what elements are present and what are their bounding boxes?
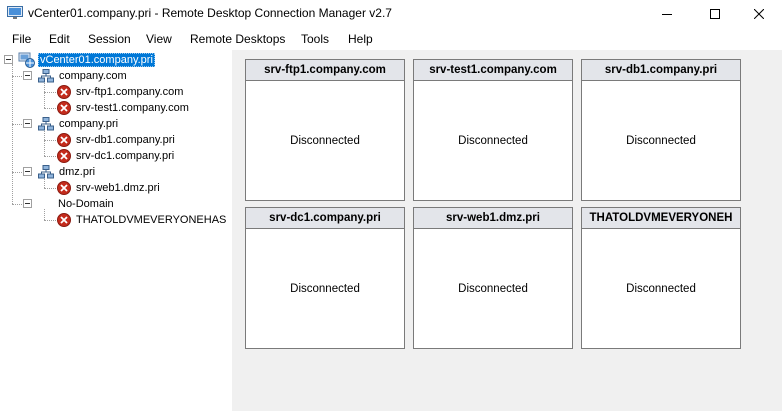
collapse-root-toggle[interactable] — [4, 55, 13, 64]
thumbnail-srv-test1[interactable]: srv-test1.company.com Disconnected — [413, 59, 573, 201]
tree-connector — [44, 81, 45, 108]
collapse-group-toggle[interactable] — [23, 71, 32, 80]
thumbnail-status: Disconnected — [290, 134, 360, 147]
thumbnail-status: Disconnected — [626, 282, 696, 295]
tree-group-label: dmz.pri — [59, 166, 96, 178]
thumbnail-title: srv-ftp1.company.com — [246, 60, 404, 81]
thumbnail-srv-ftp1[interactable]: srv-ftp1.company.com Disconnected — [245, 59, 405, 201]
tree-connector — [12, 64, 13, 204]
tree-group-label: company.pri — [59, 118, 119, 130]
tree-server-thatoldvm[interactable]: THATOLDVMEVERYONEHAS — [57, 212, 228, 228]
tree-connector — [44, 108, 56, 109]
thumbnail-title: srv-test1.company.com — [414, 60, 572, 81]
collapse-group-toggle[interactable] — [23, 119, 32, 128]
tree-connector — [44, 156, 56, 157]
disconnected-server-icon — [57, 149, 71, 163]
server-group-icon — [38, 117, 54, 131]
window-title: vCenter01.company.pri - Remote Desktop C… — [28, 6, 392, 20]
tree-server-srv-ftp1[interactable]: srv-ftp1.company.com — [57, 84, 185, 100]
thumbnail-srv-db1[interactable]: srv-db1.company.pri Disconnected — [581, 59, 741, 201]
title-bar: vCenter01.company.pri - Remote Desktop C… — [0, 0, 782, 28]
thumbnail-title: srv-db1.company.pri — [582, 60, 740, 81]
connection-file-icon — [18, 52, 36, 68]
disconnected-server-icon — [57, 133, 71, 147]
thumbnail-area: srv-ftp1.company.com Disconnected srv-te… — [232, 50, 782, 411]
tree-server-srv-web1[interactable]: srv-web1.dmz.pri — [57, 180, 162, 196]
thumbnail-status: Disconnected — [290, 282, 360, 295]
thumbnail-title: srv-web1.dmz.pri — [414, 208, 572, 229]
disconnected-server-icon — [57, 213, 71, 227]
tree-connector — [44, 188, 56, 189]
thumbnail-status: Disconnected — [458, 282, 528, 295]
rdcman-app-icon — [7, 6, 23, 20]
thumbnail-thatoldvm[interactable]: THATOLDVMEVERYONEH Disconnected — [581, 207, 741, 349]
menu-edit[interactable]: Edit — [49, 32, 70, 46]
server-group-icon — [38, 165, 54, 179]
tree-server-label: srv-test1.company.com — [76, 102, 189, 114]
disconnected-server-icon — [57, 101, 71, 115]
tree-connector — [44, 129, 45, 156]
server-tree[interactable]: vCenter01.company.pri company.com srv-ft… — [0, 50, 232, 411]
thumbnail-srv-web1[interactable]: srv-web1.dmz.pri Disconnected — [413, 207, 573, 349]
tree-group-company-pri[interactable]: company.pri — [38, 116, 120, 132]
menu-help[interactable]: Help — [348, 32, 373, 46]
menu-tools[interactable]: Tools — [301, 32, 329, 46]
disconnected-server-icon — [57, 85, 71, 99]
tree-group-label: company.com — [59, 70, 127, 82]
collapse-group-toggle[interactable] — [23, 199, 32, 208]
tree-server-label: srv-db1.company.pri — [76, 134, 175, 146]
menu-bar: File Edit Session View Remote Desktops T… — [0, 29, 782, 49]
tree-root-label: vCenter01.company.pri — [38, 53, 155, 67]
tree-group-no-domain[interactable]: No-Domain — [38, 196, 116, 212]
tree-group-company-com[interactable]: company.com — [38, 68, 129, 84]
maximize-button[interactable] — [692, 0, 738, 28]
tree-group-label: No-Domain — [58, 198, 114, 210]
tree-server-srv-test1[interactable]: srv-test1.company.com — [57, 100, 191, 116]
collapse-group-toggle[interactable] — [23, 167, 32, 176]
thumbnail-status: Disconnected — [626, 134, 696, 147]
tree-server-srv-dc1[interactable]: srv-dc1.company.pri — [57, 148, 176, 164]
thumbnail-status: Disconnected — [458, 134, 528, 147]
tree-connector — [44, 140, 56, 141]
thumbnail-title: srv-dc1.company.pri — [246, 208, 404, 229]
minimize-button[interactable] — [644, 0, 690, 28]
thumbnail-title: THATOLDVMEVERYONEH — [582, 208, 740, 229]
tree-group-dmz-pri[interactable]: dmz.pri — [38, 164, 97, 180]
menu-remote-desktops[interactable]: Remote Desktops — [190, 32, 285, 46]
disconnected-server-icon — [57, 181, 71, 195]
tree-connector — [44, 92, 56, 93]
menu-view[interactable]: View — [146, 32, 172, 46]
tree-server-label: srv-ftp1.company.com — [76, 86, 184, 98]
thumbnail-srv-dc1[interactable]: srv-dc1.company.pri Disconnected — [245, 207, 405, 349]
tree-server-label: srv-web1.dmz.pri — [76, 182, 160, 194]
close-button[interactable] — [736, 0, 782, 28]
menu-session[interactable]: Session — [88, 32, 131, 46]
tree-connector — [44, 220, 56, 221]
tree-server-label: srv-dc1.company.pri — [76, 150, 175, 162]
tree-root[interactable]: vCenter01.company.pri — [18, 52, 155, 68]
server-group-icon — [38, 69, 54, 83]
menu-file[interactable]: File — [12, 32, 31, 46]
tree-server-label: THATOLDVMEVERYONEHAS — [76, 214, 227, 226]
tree-server-srv-db1[interactable]: srv-db1.company.pri — [57, 132, 177, 148]
